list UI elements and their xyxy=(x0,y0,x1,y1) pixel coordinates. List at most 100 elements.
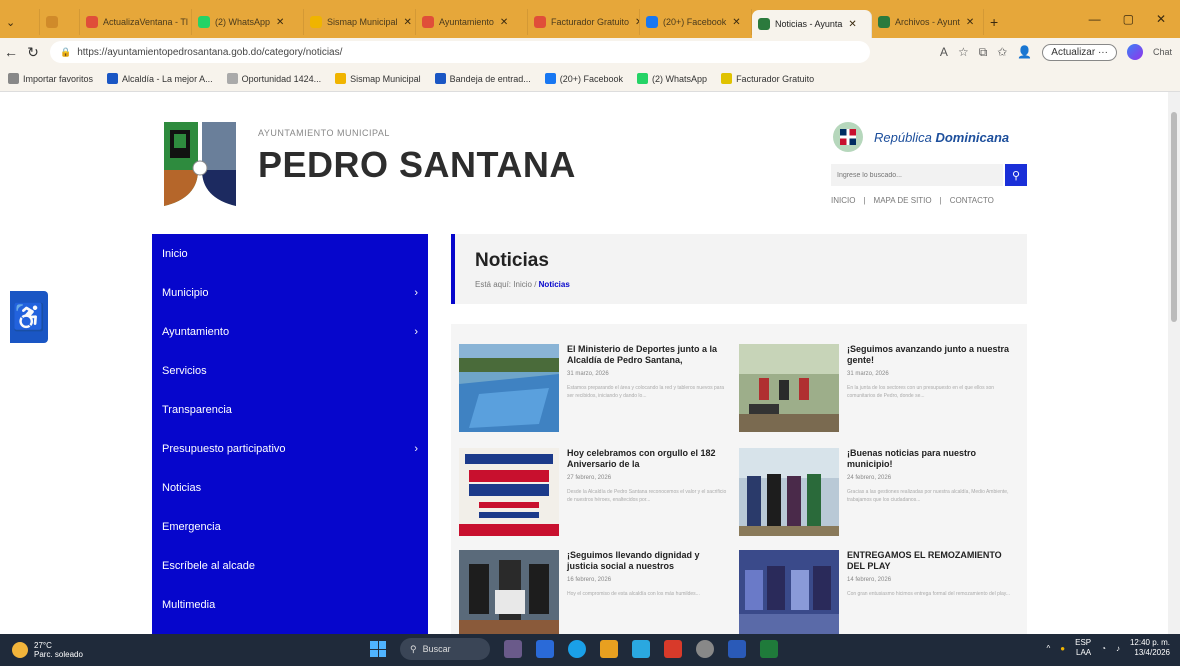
breadcrumb-home[interactable]: Inicio xyxy=(513,280,532,289)
sidebar-item-ayuntamiento[interactable]: Ayuntamiento › xyxy=(152,312,428,351)
read-aloud-icon[interactable]: A xyxy=(940,45,948,59)
excel-app-icon[interactable] xyxy=(760,640,778,658)
browser-tab[interactable]: Facturador Gratuito ✕ xyxy=(528,9,640,35)
chat-label[interactable]: Chat xyxy=(1153,47,1172,57)
language-indicator[interactable]: ESP LAA xyxy=(1075,638,1091,658)
browser-tab[interactable]: Sismap Municipal ✕ xyxy=(304,9,416,35)
sidebar-item-municipio[interactable]: Municipio › xyxy=(152,273,428,312)
bookmark-item[interactable]: Facturador Gratuito xyxy=(721,73,814,84)
favorites-bar-icon[interactable]: ✩ xyxy=(997,45,1007,59)
store-app-icon[interactable] xyxy=(632,640,650,658)
bookmark-item[interactable]: Alcaldía - La mejor A... xyxy=(107,73,213,84)
breadcrumb-prefix: Está aquí: xyxy=(475,280,512,289)
close-icon[interactable]: ✕ xyxy=(848,19,856,30)
wifi-icon[interactable]: ◔ xyxy=(1101,644,1106,653)
sidebar-item-escribele[interactable]: Escríbele al alcade xyxy=(152,546,428,585)
news-card-title[interactable]: ¡Buenas noticias para nuestro municipio! xyxy=(847,448,1012,470)
news-card-title[interactable]: ENTREGAMOS EL REMOZAMIENTO DEL PLAY xyxy=(847,550,1012,572)
bookmark-item[interactable]: (2) WhatsApp xyxy=(637,73,707,84)
scrollbar-thumb[interactable] xyxy=(1171,112,1177,322)
news-card-title[interactable]: ¡Seguimos llevando dignidad y justicia s… xyxy=(567,550,732,572)
sidebar-item-inicio[interactable]: Inicio xyxy=(152,234,428,273)
link-inicio[interactable]: INICIO xyxy=(831,196,855,205)
news-card[interactable]: ¡Seguimos avanzando junto a nuestra gent… xyxy=(739,344,1019,438)
news-thumbnail[interactable] xyxy=(459,550,559,634)
chevron-up-icon[interactable]: ^ xyxy=(1047,644,1051,653)
close-icon[interactable]: ✕ xyxy=(732,17,740,28)
news-card[interactable]: ENTREGAMOS EL REMOZAMIENTO DEL PLAY 14 f… xyxy=(739,550,1019,634)
task-view-icon[interactable] xyxy=(536,640,554,658)
bookmark-item[interactable]: Oportunidad 1424... xyxy=(226,73,321,84)
refresh-icon[interactable]: ↻ xyxy=(22,44,44,61)
lang-sub-label: LAA xyxy=(1076,648,1092,657)
link-mapa-de-sitio[interactable]: MAPA DE SITIO xyxy=(874,196,932,205)
news-card-date: 14 febrero, 2026 xyxy=(847,577,892,583)
office-app-icon[interactable] xyxy=(664,640,682,658)
new-tab-button[interactable]: + xyxy=(984,9,1014,35)
sidebar-item-servicios[interactable]: Servicios xyxy=(152,351,428,390)
close-icon[interactable]: ✕ xyxy=(276,17,284,28)
browser-tab[interactable]: (2) WhatsApp ✕ xyxy=(192,9,304,35)
tab-actions-button[interactable]: ⌄ xyxy=(0,9,40,35)
workspaces-button[interactable] xyxy=(40,9,80,35)
tray-app-icon[interactable]: ● xyxy=(1060,644,1065,653)
news-thumbnail[interactable] xyxy=(459,448,559,536)
sidebar-item-presupuesto[interactable]: Presupuesto participativo › xyxy=(152,429,428,468)
extensions-icon[interactable]: ⧉ xyxy=(979,45,988,60)
close-icon[interactable]: ✕ xyxy=(500,17,508,28)
taskbar-search[interactable]: ⚲ Buscar xyxy=(400,638,490,660)
bookmark-item[interactable]: Sismap Municipal xyxy=(335,73,421,84)
news-thumbnail[interactable] xyxy=(739,344,839,432)
profile-icon[interactable]: 👤 xyxy=(1017,45,1032,59)
favorite-icon[interactable]: ☆ xyxy=(958,45,969,59)
file-explorer-icon[interactable] xyxy=(600,640,618,658)
browser-tab[interactable]: Archivos - Ayunt ✕ xyxy=(872,9,984,35)
volume-icon[interactable]: ♪ xyxy=(1116,644,1120,653)
site-title[interactable]: PEDRO SANTANA xyxy=(258,144,576,186)
search-button[interactable]: ⚲ xyxy=(1005,164,1027,186)
update-button[interactable]: Actualizar ··· xyxy=(1042,43,1117,61)
news-card-title[interactable]: ¡Seguimos avanzando junto a nuestra gent… xyxy=(847,344,1012,366)
news-card[interactable]: ¡Buenas noticias para nuestro municipio!… xyxy=(739,448,1019,542)
widgets-app-icon[interactable] xyxy=(504,640,522,658)
news-card[interactable]: ¡Seguimos llevando dignidad y justicia s… xyxy=(459,550,739,634)
link-contacto[interactable]: CONTACTO xyxy=(950,196,994,205)
news-thumbnail[interactable] xyxy=(739,448,839,536)
news-card-title[interactable]: El Ministerio de Deportes junto a la Alc… xyxy=(567,344,732,366)
minimize-icon[interactable]: — xyxy=(1089,12,1101,26)
browser-tab-active[interactable]: Noticias - Ayunta ✕ xyxy=(752,10,872,38)
weather-widget[interactable]: 27°C Parc. soleado xyxy=(0,641,83,659)
sidebar-item-transparencia[interactable]: Transparencia xyxy=(152,390,428,429)
accessibility-button[interactable]: ♿ xyxy=(10,291,48,343)
bookmark-item[interactable]: (20+) Facebook xyxy=(544,73,623,84)
browser-tab[interactable]: ActualizaVentana - Tl ✕ xyxy=(80,9,192,35)
news-card[interactable]: Hoy celebramos con orgullo el 182 Aniver… xyxy=(459,448,739,542)
bookmark-item[interactable]: Bandeja de entrad... xyxy=(434,73,531,84)
back-icon[interactable]: ← xyxy=(0,44,22,60)
top-links: INICIO | MAPA DE SITIO | CONTACTO xyxy=(831,196,994,205)
sidebar-item-emergencia[interactable]: Emergencia xyxy=(152,507,428,546)
page-scrollbar[interactable] xyxy=(1168,92,1180,634)
close-window-icon[interactable]: ✕ xyxy=(1156,12,1166,26)
sidebar-item-multimedia[interactable]: Multimedia xyxy=(152,585,428,624)
municipal-logo[interactable] xyxy=(162,120,238,210)
edge-app-icon[interactable] xyxy=(568,640,586,658)
browser-tab[interactable]: Ayuntamiento ✕ xyxy=(416,9,528,35)
news-thumbnail[interactable] xyxy=(739,550,839,634)
sidebar-item-noticias[interactable]: Noticias xyxy=(152,468,428,507)
windows-start-icon[interactable] xyxy=(370,641,386,657)
copilot-icon[interactable] xyxy=(1126,44,1143,60)
news-card-title[interactable]: Hoy celebramos con orgullo el 182 Aniver… xyxy=(567,448,732,470)
close-icon[interactable]: ✕ xyxy=(404,17,412,28)
word-app-icon[interactable] xyxy=(728,640,746,658)
news-card[interactable]: El Ministerio de Deportes junto a la Alc… xyxy=(459,344,739,438)
close-icon[interactable]: ✕ xyxy=(966,17,974,28)
chrome-app-icon[interactable] xyxy=(696,640,714,658)
search-input[interactable] xyxy=(831,164,1003,186)
bookmark-item[interactable]: Importar favoritos xyxy=(8,73,93,84)
url-input[interactable]: 🔒 https://ayuntamientopedrosantana.gob.d… xyxy=(50,41,870,63)
clock[interactable]: 12:40 p. m. 13/4/2026 xyxy=(1130,638,1170,658)
browser-tab[interactable]: (20+) Facebook ✕ xyxy=(640,9,752,35)
maximize-icon[interactable]: ▢ xyxy=(1123,12,1134,26)
news-thumbnail[interactable] xyxy=(459,344,559,432)
